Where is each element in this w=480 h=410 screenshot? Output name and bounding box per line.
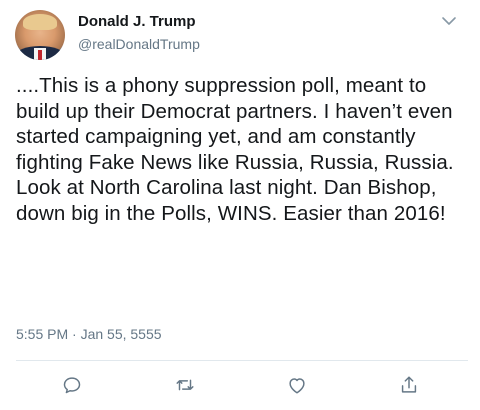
chevron-down-icon[interactable] [440,14,458,28]
like-button[interactable] [284,372,310,398]
share-button[interactable] [396,372,422,398]
reply-icon [63,377,81,394]
avatar[interactable] [15,10,65,60]
avatar-hair [23,14,57,30]
tweet-timestamp[interactable]: 5:55 PM · Jan 55, 5555 [16,326,162,342]
reply-button[interactable] [59,372,85,398]
divider [16,360,468,361]
share-icon [401,376,417,393]
avatar-tie [38,50,42,60]
heart-icon [289,378,305,394]
author-name[interactable]: Donald J. Trump [78,13,196,30]
retweet-button[interactable] [172,372,198,398]
retweet-icon [176,379,194,391]
author-handle[interactable]: @realDonaldTrump [78,36,200,52]
tweet-text: ....This is a phony suppression poll, me… [16,74,454,225]
